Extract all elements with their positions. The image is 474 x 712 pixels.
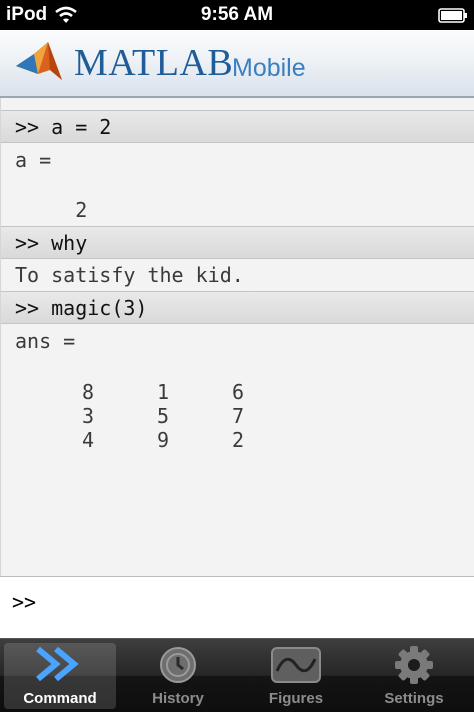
tab-label: Figures [268,690,324,707]
tab-bar: Command History Figures Settings [0,638,474,712]
figures-wave-icon [240,645,352,685]
app-header: MATLAB Mobile [0,30,474,98]
tab-label: History [152,690,204,707]
tab-label: Settings [384,690,444,707]
output-line: ans = [15,329,76,353]
app-title: MATLAB [74,42,234,84]
battery-icon [438,7,468,29]
status-bar: iPod 9:56 AM [0,0,474,30]
matrix-cell: 6 [231,380,244,404]
command-input[interactable] [50,585,466,631]
output-line: a = [15,148,52,172]
tab-history[interactable]: History [122,643,234,709]
command-chevrons-icon [4,645,116,683]
command-line[interactable]: >> a = 2 [1,110,474,143]
tab-command[interactable]: Command [4,643,116,709]
matrix-cell: 8 [81,380,94,404]
matlab-logo-icon [14,40,64,89]
matrix-cell: 5 [156,404,169,428]
matrix-cell: 1 [156,380,169,404]
matrix-cell: 7 [231,404,244,428]
app-subtitle: Mobile [232,54,306,82]
matrix-cell: 3 [81,404,94,428]
matrix-cell: 9 [156,428,169,452]
output-line: To satisfy the kid. [15,263,244,287]
history-clock-icon [122,645,234,685]
tab-figures[interactable]: Figures [240,643,352,709]
tab-settings[interactable]: Settings [358,643,470,709]
tab-label: Command [23,690,97,707]
input-prompt: >> [12,590,37,614]
clock-time: 9:56 AM [200,4,274,25]
command-console[interactable]: >> a = 2 a = 2 >> why To satisfy the kid… [0,98,474,576]
matrix-cell: 4 [81,428,94,452]
matrix-cell: 2 [231,428,244,452]
output-value: 2 [15,198,88,222]
command-input-bar: >> [0,576,474,639]
command-line[interactable]: >> why [1,226,474,259]
command-line[interactable]: >> magic(3) [1,291,474,324]
settings-gear-icon [358,645,470,685]
